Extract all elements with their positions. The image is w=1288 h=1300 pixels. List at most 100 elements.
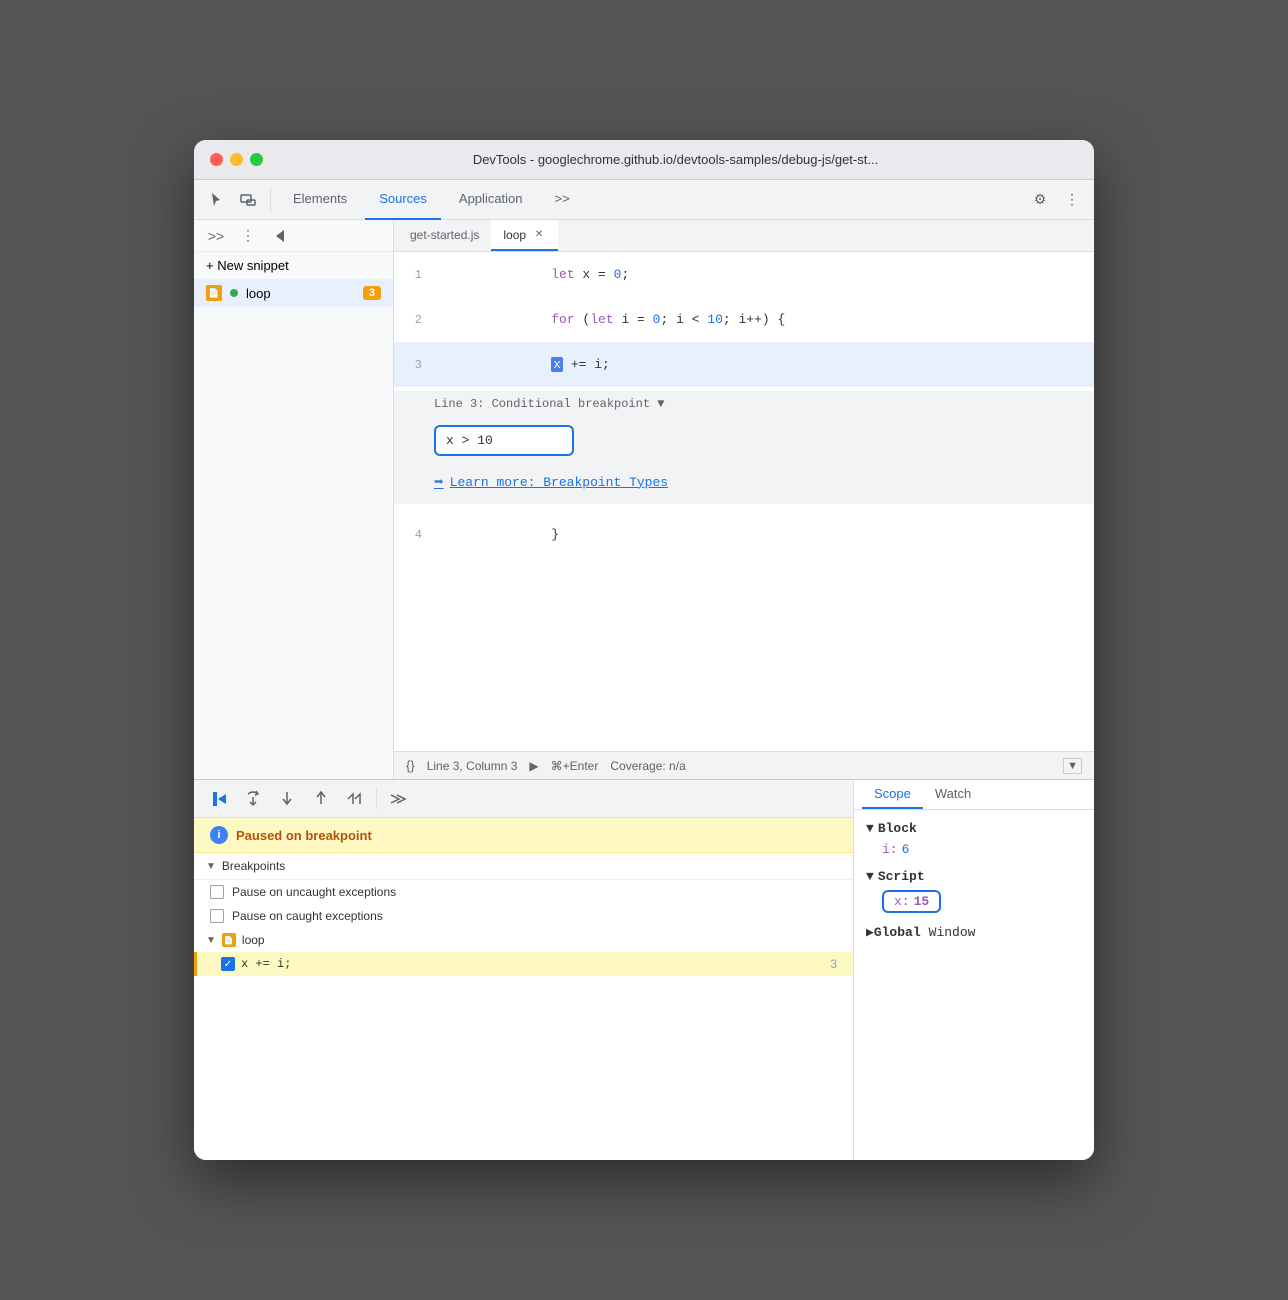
watch-tab[interactable]: Watch <box>923 780 983 809</box>
run-icon[interactable]: ▶ <box>529 759 538 773</box>
bp-input-container <box>394 417 1094 464</box>
bp-loop-code: x += i; <box>241 957 291 971</box>
line-num-1: 1 <box>394 268 434 282</box>
code-editor: 1 let x = 0; 2 for (let i = 0; i < 10; i… <box>394 252 1094 751</box>
window-title: DevTools - googlechrome.github.io/devtoo… <box>273 152 1078 167</box>
tab-sources[interactable]: Sources <box>365 180 441 220</box>
block-triangle: ▼ <box>866 821 874 836</box>
minimize-button[interactable] <box>230 153 243 166</box>
learn-more-icon: ➡ <box>434 472 444 492</box>
breakpoints-header[interactable]: ▼ Breakpoints <box>194 853 853 880</box>
code-line-4: 4 } <box>394 512 1094 557</box>
left-panel-inner: i Paused on breakpoint ▼ Breakpoints Pau… <box>194 818 853 976</box>
step-out-btn[interactable] <box>308 786 334 812</box>
coverage-status: Coverage: n/a <box>610 759 685 773</box>
bp-learn-more: ➡ Learn more: Breakpoint Types <box>394 464 1094 504</box>
pause-caught-checkbox[interactable] <box>210 909 224 923</box>
breakpoint-badge: 3 <box>363 286 381 300</box>
editor-tabs: get-started.js loop ✕ <box>394 220 1094 252</box>
run-shortcut: ⌘+Enter <box>551 759 599 773</box>
bp-line-number: 3 <box>830 957 837 971</box>
file-icon: 📄 <box>206 285 222 301</box>
main-toolbar: Elements Sources Application >> ⚙ ⋮ <box>194 180 1094 220</box>
bp-loop-triangle: ▼ <box>206 935 216 946</box>
close-button[interactable] <box>210 153 223 166</box>
resume-btn[interactable] <box>206 786 232 812</box>
more-options-icon[interactable]: ⋮ <box>1058 186 1086 214</box>
x-var-name: x: <box>894 894 910 909</box>
global-group-title: ▶Global Window <box>862 922 1086 943</box>
global-title: ▶Global <box>866 925 921 940</box>
code-line-1: 1 let x = 0; <box>394 252 1094 297</box>
device-toggle-icon[interactable] <box>234 186 262 214</box>
scope-content: ▼ Block i: 6 ▼ Script <box>854 810 1094 957</box>
left-debug-panel: i Paused on breakpoint ▼ Breakpoints Pau… <box>194 780 854 1160</box>
traffic-lights <box>210 153 263 166</box>
bp-loop-checkbox[interactable]: ✓ <box>221 957 235 971</box>
sidebar-menu-icon[interactable]: ⋮ <box>234 222 262 250</box>
sidebar-more-icon[interactable]: >> <box>202 222 230 250</box>
learn-more-link[interactable]: ➡ Learn more: Breakpoint Types <box>434 472 1054 492</box>
editor-tab-get-started[interactable]: get-started.js <box>398 220 491 251</box>
x-var-row: x: 15 <box>862 887 1086 916</box>
sidebar-toolbar: >> ⋮ <box>194 220 393 252</box>
i-var-value: 6 <box>902 842 910 857</box>
code-line-3: 3 x += i; <box>394 342 1094 387</box>
code-content: 1 let x = 0; 2 for (let i = 0; i < 10; i… <box>394 252 1094 557</box>
scope-tabs: Scope Watch <box>854 780 1094 810</box>
tab-more[interactable]: >> <box>541 180 584 220</box>
cursor-position: Line 3, Column 3 <box>427 759 518 773</box>
cursor-icon[interactable] <box>202 186 230 214</box>
bp-loop-section: ▼ 📄 loop <box>194 928 853 952</box>
triangle-icon: ▼ <box>206 861 216 872</box>
step-over-btn[interactable] <box>240 786 266 812</box>
bp-header: Line 3: Conditional breakpoint ▼ <box>394 391 1094 417</box>
info-icon: i <box>210 826 228 844</box>
line-num-3: 3 <box>394 358 434 372</box>
code-line-2: 2 for (let i = 0; i < 10; i++) { <box>394 297 1094 342</box>
bp-loop-filename: loop <box>242 933 265 947</box>
debug-toolbar <box>194 780 853 818</box>
global-value: Window <box>929 925 976 940</box>
line-code-4: } <box>434 512 559 557</box>
settings-icon[interactable]: ⚙ <box>1026 186 1054 214</box>
bp-file-icon: 📄 <box>222 933 236 947</box>
debug-separator <box>376 789 377 809</box>
line-code-3: x += i; <box>434 342 610 387</box>
breakpoint-condition-input[interactable] <box>434 425 574 456</box>
tab-close-icon[interactable]: ✕ <box>532 228 546 242</box>
learn-more-text: Learn more: Breakpoint Types <box>450 475 668 490</box>
step-long-btn[interactable] <box>342 786 368 812</box>
block-group-title: ▼ Block <box>862 818 1086 839</box>
tab-label-loop: loop <box>503 228 526 242</box>
sidebar-loop-file[interactable]: 📄 loop 3 <box>194 279 393 307</box>
new-snippet-btn[interactable]: + New snippet <box>194 252 393 279</box>
breakpoints-title: Breakpoints <box>222 859 285 873</box>
x-var-value: 15 <box>914 894 930 909</box>
step-into-btn[interactable] <box>274 786 300 812</box>
paused-text: Paused on breakpoint <box>236 828 372 843</box>
title-bar: DevTools - googlechrome.github.io/devtoo… <box>194 140 1094 180</box>
bp-loop-item: ✓ x += i; 3 <box>194 952 853 976</box>
sidebar-back-icon[interactable] <box>266 222 294 250</box>
pause-caught-label: Pause on caught exceptions <box>232 909 383 923</box>
pause-uncaught-row: Pause on uncaught exceptions <box>194 880 853 904</box>
editor-area: get-started.js loop ✕ 1 let x = 0; <box>394 220 1094 779</box>
right-scope-panel: Scope Watch ▼ Block i: 6 <box>854 780 1094 1160</box>
pause-uncaught-checkbox[interactable] <box>210 885 224 899</box>
editor-tab-loop[interactable]: loop ✕ <box>491 220 558 251</box>
script-triangle: ▼ <box>866 869 874 884</box>
global-scope-group: ▶Global Window <box>862 922 1086 943</box>
x-val-highlighted-box: x: 15 <box>882 890 941 913</box>
tab-elements[interactable]: Elements <box>279 180 361 220</box>
script-scope-group: ▼ Script x: 15 <box>862 866 1086 916</box>
format-icon[interactable]: {} <box>406 758 415 773</box>
deactivate-btn[interactable] <box>385 786 411 812</box>
coverage-menu-icon[interactable]: ▼ <box>1063 758 1082 774</box>
script-group-title: ▼ Script <box>862 866 1086 887</box>
pause-caught-row: Pause on caught exceptions <box>194 904 853 928</box>
i-var-name: i: <box>882 842 898 857</box>
tab-application[interactable]: Application <box>445 180 537 220</box>
scope-tab[interactable]: Scope <box>862 780 923 809</box>
maximize-button[interactable] <box>250 153 263 166</box>
